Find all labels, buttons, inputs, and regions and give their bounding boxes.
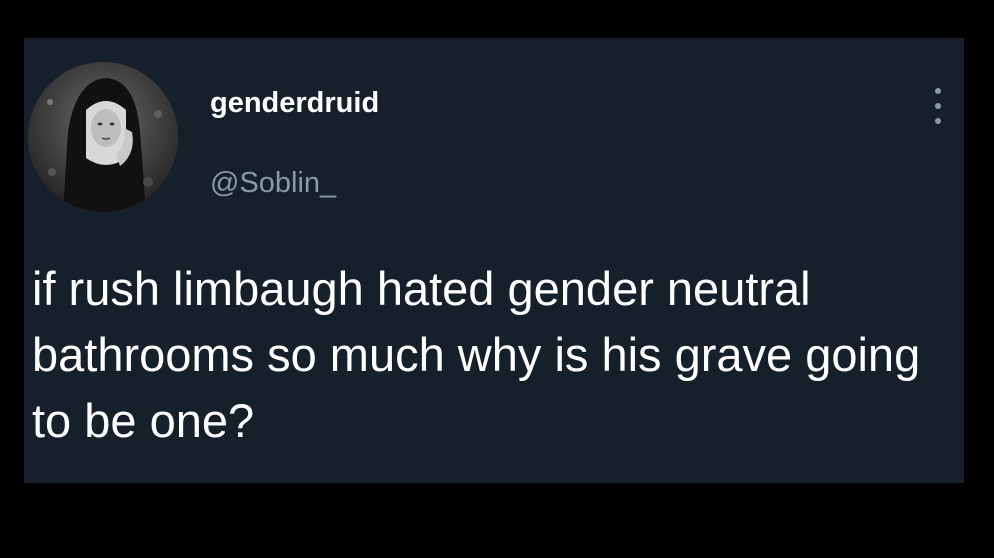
tweet-text: if rush limbaugh hated gender neutral ba… xyxy=(32,262,921,447)
tweet-card: genderdruid @Soblin_ if rush limbaugh ha… xyxy=(24,38,964,483)
more-options-button[interactable] xyxy=(926,84,950,128)
avatar[interactable] xyxy=(28,62,178,212)
screenshot-frame: genderdruid @Soblin_ if rush limbaugh ha… xyxy=(0,0,994,558)
display-name[interactable]: genderdruid xyxy=(210,86,379,120)
profile-photo-nun-icon xyxy=(28,62,178,212)
user-handle[interactable]: @Soblin_ xyxy=(210,166,336,200)
